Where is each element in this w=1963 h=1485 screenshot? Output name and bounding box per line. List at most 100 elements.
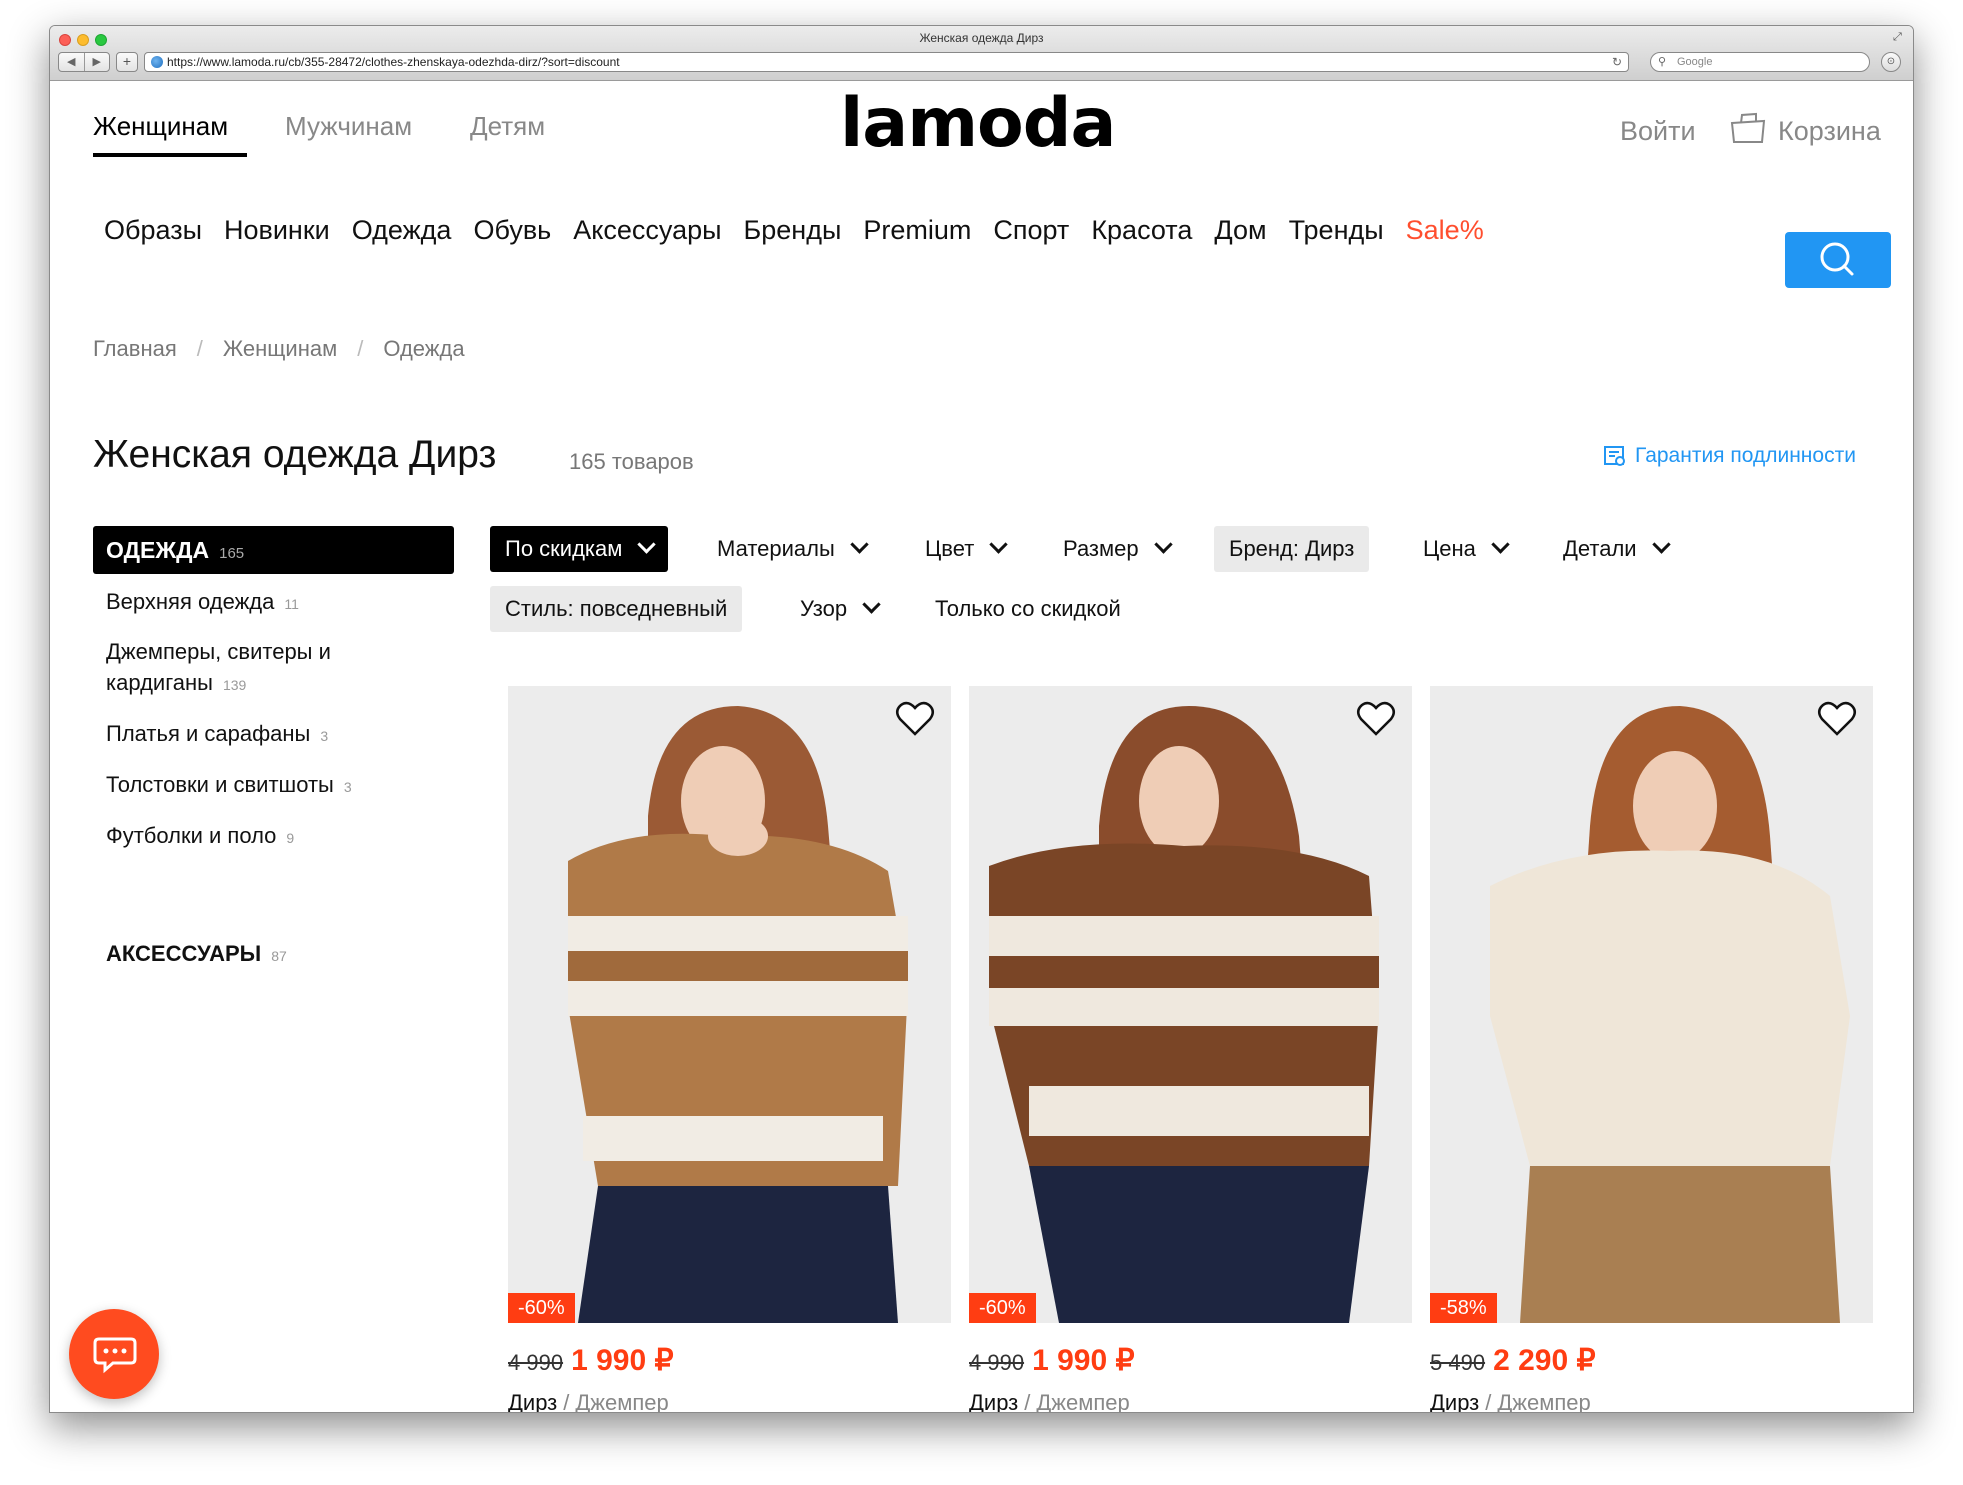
product-title[interactable]: Дирз / Джемпер [508, 1390, 951, 1413]
filter-price[interactable]: Цена [1408, 526, 1522, 572]
add-tab-button[interactable]: + [116, 52, 138, 72]
chat-icon [93, 1337, 137, 1374]
lamoda-logo[interactable]: lamoda [840, 90, 1200, 160]
sidebar-item-label: Платья и сарафаны [106, 721, 311, 746]
cart-icon[interactable] [1729, 111, 1767, 145]
forward-button[interactable]: ▶ [85, 53, 110, 71]
old-price: 4 990 [969, 1350, 1025, 1375]
sidebar-item-jumpers[interactable]: Джемперы, свитеры и кардиганы 139 [106, 636, 396, 701]
sidebar-item-outerwear[interactable]: Верхняя одежда 11 [106, 586, 396, 620]
sort-label: По скидкам [505, 536, 623, 561]
product-type: Джемпер [1036, 1390, 1130, 1413]
product-type: Джемпер [1497, 1390, 1591, 1413]
product-type: Джемпер [575, 1390, 669, 1413]
sidebar-category-label: ОДЕЖДА [106, 537, 210, 563]
filter-color[interactable]: Цвет [910, 526, 1020, 572]
product-photo-sweater-dark-brown [969, 686, 1412, 1323]
heart-icon[interactable] [895, 700, 935, 738]
filter-label: Материалы [717, 536, 835, 561]
product-image[interactable]: -60% [969, 686, 1412, 1323]
menu-item-trends[interactable]: Тренды [1289, 215, 1384, 255]
filter-materials[interactable]: Материалы [702, 526, 881, 572]
sidebar-category-accessories[interactable]: АКСЕССУАРЫ 87 [106, 941, 287, 967]
menu-item-accessories[interactable]: Аксессуары [573, 215, 721, 255]
gender-tab-men[interactable]: Мужчинам [285, 111, 412, 142]
gender-tab-kids[interactable]: Детям [470, 111, 545, 142]
heart-icon[interactable] [1356, 700, 1396, 738]
filter-details[interactable]: Детали [1548, 526, 1683, 572]
sidebar-item-dresses[interactable]: Платья и сарафаны 3 [106, 718, 396, 752]
sidebar-item-count: 139 [222, 677, 247, 693]
filter-size[interactable]: Размер [1048, 526, 1185, 572]
breadcrumb: Главная / Женщинам / Одежда [93, 336, 465, 362]
menu-item-sport[interactable]: Спорт [993, 215, 1069, 255]
chevron-down-icon [1651, 535, 1671, 554]
menu-item-clothes[interactable]: Одежда [352, 215, 452, 255]
breadcrumb-home[interactable]: Главная [93, 336, 177, 362]
browser-search-field[interactable]: ⚲ Google [1650, 52, 1870, 72]
address-bar[interactable]: https://www.lamoda.ru/cb/355-28472/cloth… [144, 52, 1629, 72]
fullscreen-icon[interactable]: ⤢ [1893, 31, 1907, 45]
menu-item-beauty[interactable]: Красота [1091, 215, 1192, 255]
globe-icon [151, 56, 163, 68]
sidebar-accessories-label: АКСЕССУАРЫ [106, 941, 262, 966]
downloads-icon[interactable]: ⊙ [1881, 52, 1901, 72]
breadcrumb-clothes[interactable]: Одежда [383, 336, 464, 362]
filter-pattern[interactable]: Узор [785, 586, 893, 632]
gender-tab-women[interactable]: Женщинам [93, 111, 228, 142]
menu-item-home[interactable]: Дом [1214, 215, 1266, 255]
login-link[interactable]: Войти [1620, 116, 1696, 147]
filter-brand-selected[interactable]: Бренд: Дирз [1214, 526, 1370, 572]
breadcrumb-women[interactable]: Женщинам [223, 336, 337, 362]
menu-item-new[interactable]: Новинки [224, 215, 330, 255]
search-button[interactable] [1785, 232, 1891, 288]
sidebar-item-hoodies[interactable]: Толстовки и свитшоты 3 [106, 769, 396, 803]
chat-button[interactable] [69, 1309, 159, 1399]
chevron-down-icon [1491, 535, 1510, 554]
filter-discount-only[interactable]: Только со скидкой [920, 586, 1136, 632]
chevron-down-icon [989, 535, 1008, 554]
product-photo-sweater-brown [508, 686, 951, 1323]
discount-badge: -60% [508, 1293, 575, 1323]
sort-dropdown[interactable]: По скидкам [490, 526, 669, 572]
filter-style-selected[interactable]: Стиль: повседневный [490, 586, 743, 632]
heart-icon[interactable] [1817, 700, 1857, 738]
menu-item-premium[interactable]: Premium [863, 215, 971, 255]
product-title[interactable]: Дирз / Джемпер [1430, 1390, 1873, 1413]
product-title[interactable]: Дирз / Джемпер [969, 1390, 1412, 1413]
product-card[interactable]: -60% 4 990 1 990 ₽ Дирз / Джемпер [969, 686, 1412, 1413]
chevron-down-icon [850, 535, 869, 554]
menu-item-shoes[interactable]: Обувь [473, 215, 551, 255]
product-card[interactable]: -60% 4 990 1 990 ₽ Дирз / Джемпер [508, 686, 951, 1413]
product-image[interactable]: -60% [508, 686, 951, 1323]
cart-link[interactable]: Корзина [1778, 116, 1881, 147]
product-brand: Дирз [1430, 1390, 1480, 1413]
old-price: 4 990 [508, 1350, 564, 1375]
back-button[interactable]: ◀ [59, 53, 85, 71]
product-card[interactable]: -58% 5 490 2 290 ₽ Дирз / Джемпер [1430, 686, 1873, 1413]
old-price: 5 490 [1430, 1350, 1486, 1375]
product-image[interactable]: -58% [1430, 686, 1873, 1323]
menu-item-brands[interactable]: Бренды [744, 215, 842, 255]
authenticity-guarantee-link[interactable]: Гарантия подлинности [1603, 444, 1856, 468]
browser-search-placeholder: Google [1677, 56, 1713, 68]
search-icon [1820, 242, 1854, 276]
sidebar-item-count: 11 [284, 596, 299, 612]
new-price: 1 990 ₽ [571, 1344, 674, 1377]
sidebar-item-count: 9 [286, 830, 295, 846]
menu-item-looks[interactable]: Образы [104, 215, 202, 255]
price-row: 5 490 2 290 ₽ [1430, 1343, 1873, 1378]
filter-label: Размер [1063, 536, 1139, 561]
certificate-icon [1604, 446, 1625, 466]
page-title: Женская одежда Дирз [93, 433, 497, 476]
sidebar-accessories-count: 87 [271, 948, 287, 964]
discount-badge: -58% [1430, 1293, 1497, 1323]
reload-icon[interactable]: ↻ [1612, 53, 1622, 71]
chevron-down-icon [637, 535, 657, 554]
filter-label: Детали [1563, 536, 1637, 561]
sidebar-item-tshirts[interactable]: Футболки и поло 9 [106, 820, 396, 854]
search-icon: ⚲ [1658, 56, 1667, 68]
menu-item-sale[interactable]: Sale% [1406, 215, 1484, 255]
product-brand: Дирз [508, 1390, 558, 1413]
sidebar-category-clothes[interactable]: ОДЕЖДА 165 [93, 526, 454, 574]
